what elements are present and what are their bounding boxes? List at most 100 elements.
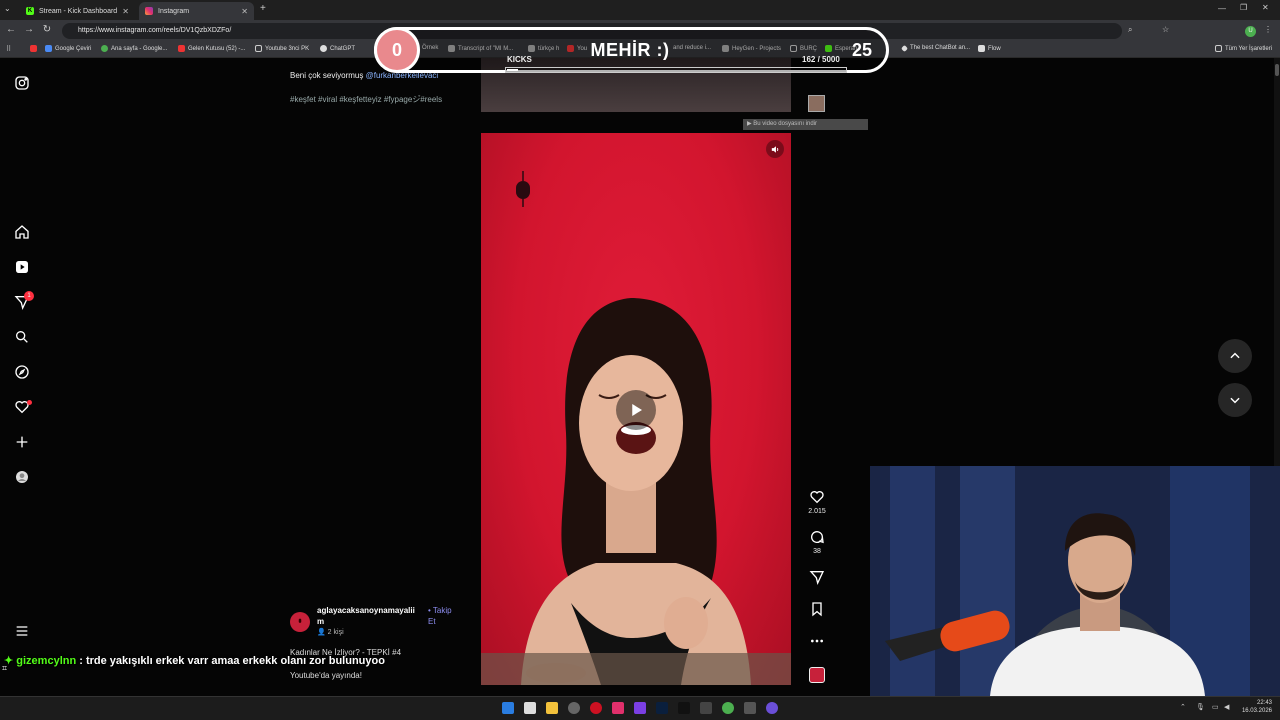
tab-instagram[interactable]: Instagram ✕ [139,2,254,20]
obs-icon[interactable] [700,702,712,714]
bookmark-item[interactable]: Gelen Kutusu (52) -... [178,45,245,52]
bookmark-item[interactable]: Flow [978,45,1001,52]
bookmark-item[interactable] [30,45,37,52]
star-icon[interactable]: ☆ [1162,25,1169,34]
explore-icon[interactable] [13,363,31,381]
back-icon[interactable]: ← [4,24,18,35]
heart-icon [810,491,824,504]
mute-button[interactable] [766,140,784,158]
tray-chevron-icon[interactable]: ⌃ [1180,703,1186,711]
app-icon[interactable] [744,702,756,714]
taskview-icon[interactable] [524,702,536,714]
share-button[interactable] [804,569,830,585]
viewer-count: 👤 2 kişi [317,629,344,636]
window-close-button[interactable]: ✕ [1262,3,1269,12]
kicks-count: 162 / 5000 [802,55,840,64]
tab-label: Stream - Kick Dashboard [39,7,118,15]
chevron-down-icon [1230,397,1240,404]
chrome-icon[interactable] [722,702,734,714]
kicks-label: KICKS [507,55,532,64]
author-avatar[interactable] [290,612,310,632]
settings-icon[interactable] [568,702,580,714]
file-explorer-icon[interactable] [546,702,558,714]
all-bookmarks-folder[interactable]: Tüm Yer İşaretleri [1215,45,1272,52]
webcam-feed [870,466,1280,696]
goal-title: MEHİR :) [590,40,670,60]
chat-message: ✦ gizemcylnn : trde yakışıklı erkek varr… [4,654,385,667]
more-menu-icon[interactable] [13,622,31,640]
play-button[interactable] [616,390,656,430]
reload-icon[interactable]: ↻ [40,24,54,35]
like-button[interactable]: 2.015 [804,489,830,515]
wifi-icon[interactable]: ▭ [1212,703,1219,711]
reel-subtitle: Youtube'da yayında! [290,671,362,680]
bookmark-folder[interactable]: Youtube 3nci PK [255,45,309,52]
activity-dot [27,400,32,405]
instagram-icon [145,7,153,15]
comment-button[interactable]: 38 [804,529,830,555]
microphone-icon [298,618,302,623]
start-icon[interactable] [502,702,514,714]
browser-tab-bar: ⌄ K Stream - Kick Dashboard ✕ Instagram … [0,0,1280,20]
goal-current-value: 0 [374,27,420,73]
author-username[interactable]: aglayacaksanoynamayaliim [317,605,421,627]
microphone-tray-icon[interactable]: 🎙 [1196,703,1205,711]
audio-thumbnail[interactable] [809,667,825,683]
bookmark-item[interactable]: Ana sayfa - Google... [101,45,167,52]
taskbar-clock[interactable]: 22:43 16.03.2026 [1238,699,1272,715]
instagram-app-icon[interactable] [612,702,624,714]
previous-reel-button[interactable] [1218,339,1252,373]
chevron-up-icon [1230,352,1240,359]
bookmark-icon [812,602,822,617]
reels-icon[interactable] [13,258,31,276]
notification-badge: 1 [24,291,34,301]
kicks-progress-fill [507,69,518,71]
bookmark-item[interactable]: Google Çeviri [45,45,91,52]
speaker-icon [771,145,778,153]
profile-icon[interactable] [13,468,31,486]
close-icon[interactable]: ✕ [241,7,248,16]
kick-icon: K [26,7,34,15]
apps-icon[interactable]: ⠿ [6,45,11,53]
more-options-button[interactable] [804,633,830,649]
discord-icon[interactable] [634,702,646,714]
chat-text: : trde yakışıklı erkek varr amaa erkekk … [79,655,385,667]
audio-thumbnail[interactable] [808,95,825,112]
maximize-button[interactable]: ❐ [1240,3,1247,12]
chat-username: gizemcylnn [16,655,77,667]
new-tab-button[interactable]: + [260,3,266,14]
zoom-icon[interactable]: ⌕ [1128,25,1132,35]
profile-avatar[interactable]: U [1245,26,1256,37]
app-icon[interactable] [766,702,778,714]
bookmark-item[interactable]: ChatGPT [320,45,355,52]
tab-kick-dashboard[interactable]: K Stream - Kick Dashboard ✕ [20,2,135,20]
tiktok-icon[interactable] [678,702,690,714]
scrollbar-thumb[interactable] [1275,64,1279,76]
like-count: 2.015 [808,508,826,515]
volume-icon[interactable]: ◀ [1224,703,1229,711]
kicks-progress-bar [505,67,847,73]
minimize-button[interactable]: — [1218,4,1226,13]
tab-list-icon[interactable]: ⌄ [4,4,11,13]
opera-icon[interactable] [590,702,602,714]
photoshop-icon[interactable] [656,702,668,714]
share-icon [809,571,825,585]
download-video-hint[interactable]: ▶ Bu video dosyasını indir [743,119,868,130]
microphone-logo [516,171,530,207]
instagram-logo-icon[interactable] [13,74,31,92]
home-icon[interactable] [13,223,31,241]
forward-icon[interactable]: → [22,24,36,35]
goal-target-value: 25 [852,40,873,60]
close-icon[interactable]: ✕ [122,7,129,16]
play-icon [632,404,642,416]
menu-icon[interactable]: ⋮ [1264,25,1272,34]
search-icon[interactable] [13,328,31,346]
comment-icon [811,531,824,544]
next-reel-button[interactable] [1218,383,1252,417]
bookmark-item[interactable]: The best ChatBot an... [900,44,970,52]
post-hashtags[interactable]: #keşfet #viral #keşfetteyiz #fypageシ゚#re… [290,94,442,105]
save-button[interactable] [804,601,830,617]
comment-count: 38 [813,548,821,555]
follow-button[interactable]: • Takip Et [428,605,454,627]
create-icon[interactable] [13,433,31,451]
